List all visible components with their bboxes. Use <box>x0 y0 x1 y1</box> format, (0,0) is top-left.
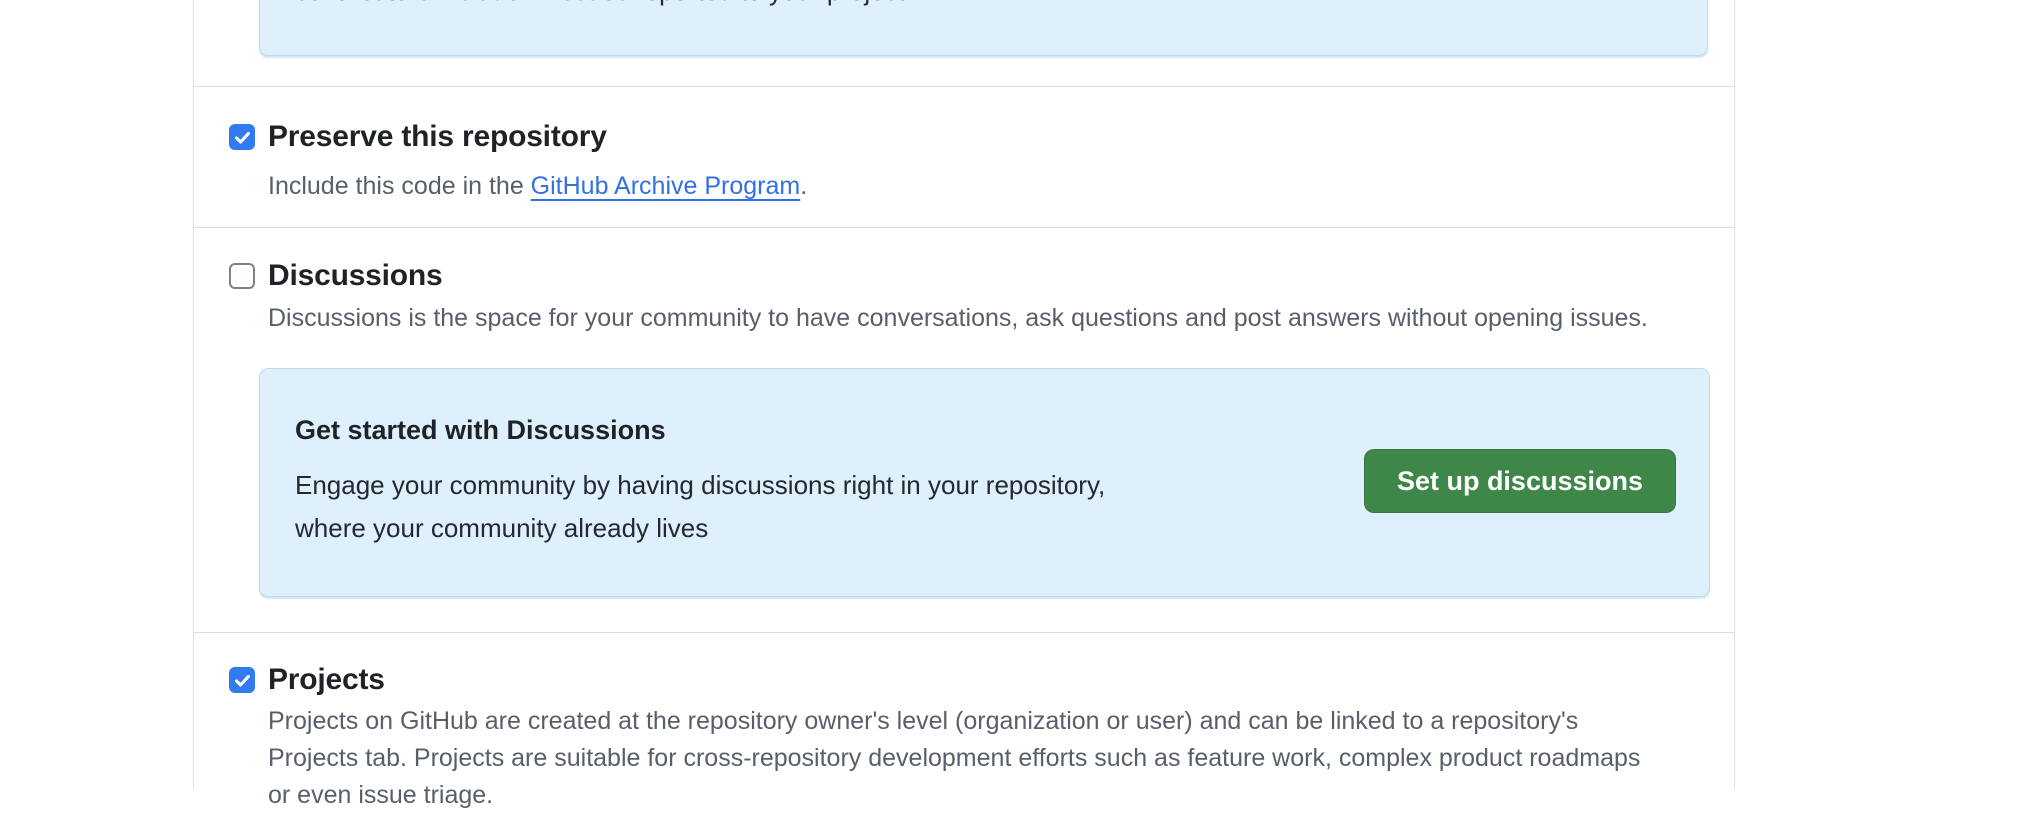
projects-description: Projects on GitHub are created at the re… <box>268 703 1640 814</box>
discussions-cta-body: Engage your community by having discussi… <box>295 464 1105 550</box>
repository-features-card: contributors include in issues reported … <box>193 0 1735 788</box>
projects-title: Projects <box>268 663 385 697</box>
checkmark-icon <box>233 671 252 690</box>
set-up-discussions-button[interactable]: Set up discussions <box>1364 449 1676 513</box>
preserve-repository-title: Preserve this repository <box>268 120 607 154</box>
section-divider <box>194 632 1734 633</box>
github-archive-program-link[interactable]: GitHub Archive Program <box>531 172 801 200</box>
preserve-repository-description: Include this code in the GitHub Archive … <box>268 168 807 204</box>
preserve-description-suffix: . <box>800 172 807 200</box>
projects-checkbox[interactable] <box>229 667 255 693</box>
checkmark-icon <box>233 128 252 147</box>
discussions-cta-box: Get started with Discussions Engage your… <box>259 368 1710 597</box>
discussions-checkbox[interactable] <box>229 263 255 289</box>
preserve-repository-checkbox[interactable] <box>229 124 255 150</box>
projects-description-line: Projects on GitHub are created at the re… <box>268 703 1640 740</box>
preserve-description-prefix: Include this code in the <box>268 172 531 200</box>
projects-description-line: Projects tab. Projects are suitable for … <box>268 740 1640 777</box>
section-divider <box>194 86 1734 87</box>
projects-description-line: or even issue triage. <box>268 777 1640 814</box>
discussions-cta-heading: Get started with Discussions <box>295 413 666 447</box>
discussions-title: Discussions <box>268 259 443 293</box>
issue-templates-cta-partial-text: contributors include in issues reported … <box>295 0 912 9</box>
discussions-cta-body-line: where your community already lives <box>295 507 1105 550</box>
discussions-cta-body-line: Engage your community by having discussi… <box>295 464 1105 507</box>
section-divider <box>194 227 1734 228</box>
issue-templates-cta-box: contributors include in issues reported … <box>259 0 1708 56</box>
discussions-description: Discussions is the space for your commun… <box>268 300 1648 336</box>
